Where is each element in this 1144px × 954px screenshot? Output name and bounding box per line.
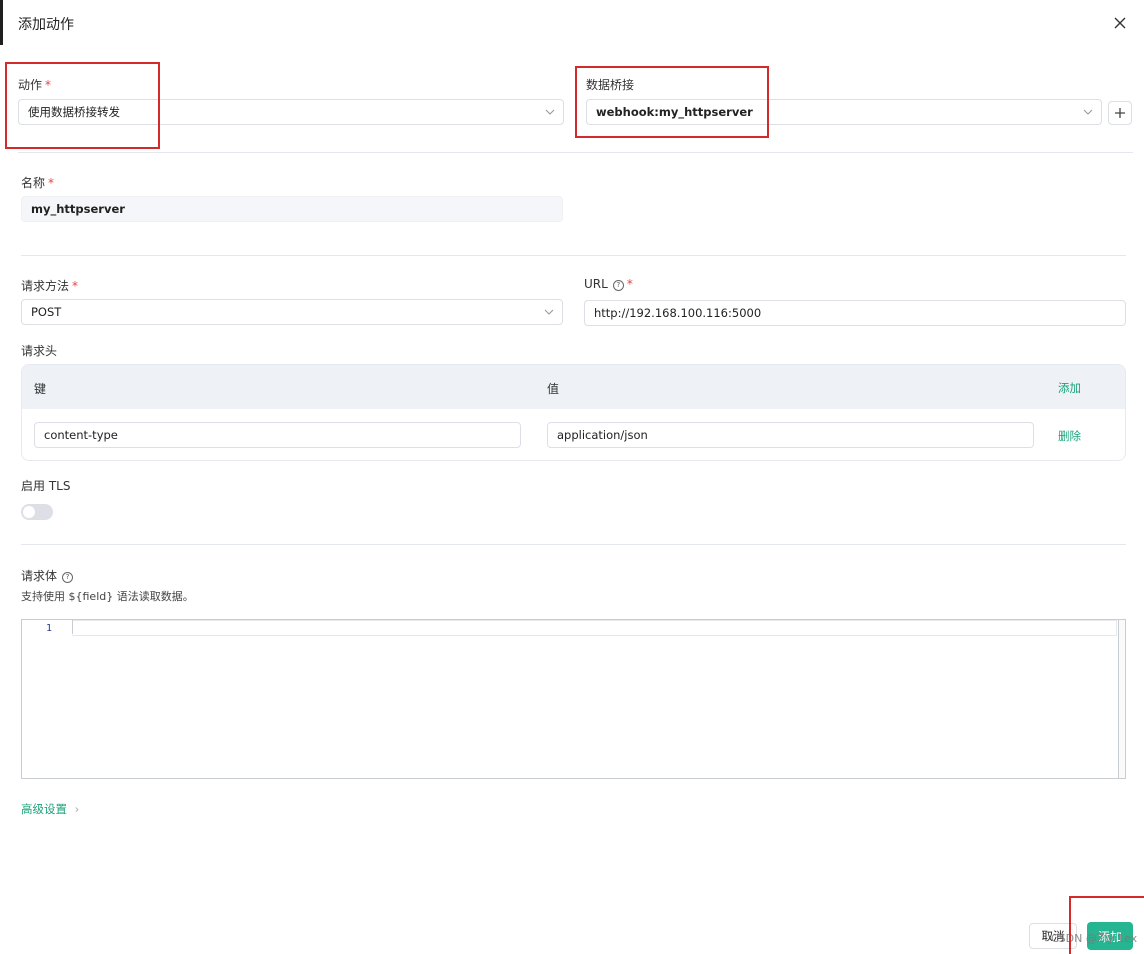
column-value-header: 值 (547, 382, 560, 396)
section-divider (21, 544, 1126, 545)
body-label: 请求体? (21, 567, 74, 584)
toggle-knob (23, 506, 35, 518)
table-row: content-type application/json 删除 (22, 409, 1125, 460)
required-mark: * (48, 176, 55, 190)
chevron-down-icon (1083, 109, 1093, 115)
name-input-value: my_httpserver (31, 202, 125, 216)
annotation-box-action (5, 62, 160, 149)
chevron-down-icon (545, 109, 555, 115)
column-key-header: 键 (34, 382, 47, 396)
header-value-value: application/json (557, 428, 648, 442)
name-input[interactable]: my_httpserver (21, 196, 563, 222)
body-hint: 支持使用 ${field} 语法读取数据。 (21, 590, 194, 603)
advanced-settings-label: 高级设置 (21, 802, 67, 816)
window-edge (0, 0, 3, 45)
active-line (72, 620, 1117, 636)
help-icon[interactable]: ? (612, 280, 624, 291)
dialog-title: 添加动作 (18, 17, 74, 33)
name-label-text: 名称 (21, 176, 46, 190)
annotation-box-bridge (575, 66, 769, 138)
body-code-editor[interactable]: 1 (21, 619, 1126, 779)
tls-toggle[interactable] (21, 504, 53, 520)
required-mark: * (72, 279, 79, 293)
url-input[interactable]: http://192.168.100.116:5000 (584, 300, 1126, 326)
chevron-down-icon (544, 309, 554, 315)
url-label-text: URL (584, 277, 608, 291)
table-header: 键 值 添加 (22, 365, 1125, 409)
add-header-link[interactable]: 添加 (1058, 380, 1081, 396)
required-mark: * (626, 277, 633, 291)
editor-cursor (72, 620, 73, 634)
header-key-input[interactable]: content-type (34, 422, 521, 448)
method-label-text: 请求方法 (21, 279, 70, 293)
url-input-value: http://192.168.100.116:5000 (594, 306, 762, 320)
name-label: 名称 * (21, 174, 54, 191)
method-select[interactable]: POST (21, 299, 563, 325)
close-icon[interactable] (1110, 13, 1130, 33)
headers-label: 请求头 (21, 344, 58, 358)
advanced-settings-link[interactable]: 高级设置 › (21, 801, 79, 817)
annotation-box-submit (1069, 896, 1144, 954)
editor-gutter: 1 (22, 620, 72, 778)
chevron-right-icon: › (74, 802, 80, 816)
tls-label: 启用 TLS (21, 479, 71, 493)
editor-scrollbar[interactable] (1118, 620, 1125, 778)
headers-table: 键 值 添加 content-type application/json 删除 (21, 364, 1126, 461)
url-label: URL? * (584, 277, 633, 291)
section-divider (18, 152, 1133, 153)
plus-icon (1115, 108, 1125, 118)
delete-header-link[interactable]: 删除 (1058, 428, 1081, 444)
header-key-value: content-type (44, 428, 118, 442)
help-icon[interactable]: ? (62, 572, 74, 583)
body-label-text: 请求体 (21, 569, 58, 583)
line-number: 1 (45, 623, 52, 634)
header-value-input[interactable]: application/json (547, 422, 1034, 448)
section-divider (21, 255, 1126, 256)
method-select-value: POST (31, 305, 62, 319)
method-label: 请求方法 * (21, 277, 78, 294)
add-bridge-button[interactable] (1108, 101, 1132, 125)
